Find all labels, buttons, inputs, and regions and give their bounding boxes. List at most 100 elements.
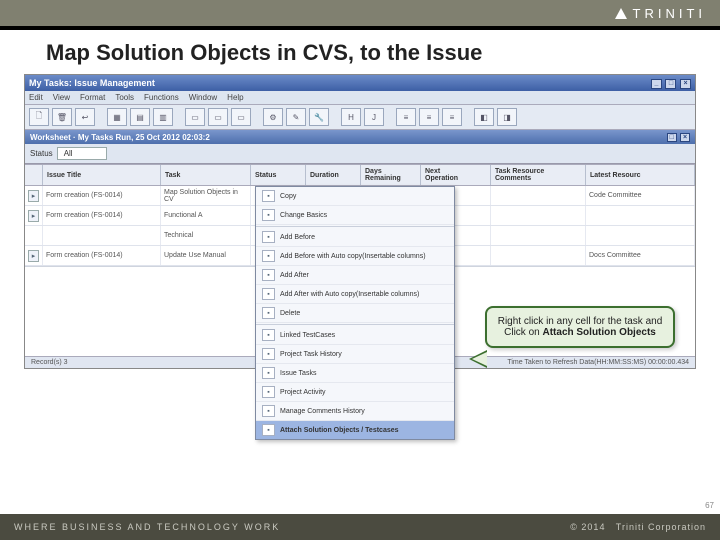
cell-issue[interactable]: Form creation (FS-0014) <box>43 186 161 205</box>
menubar: Edit View Format Tools Functions Window … <box>25 91 695 105</box>
context-menu-item[interactable]: ▪Project Task History <box>256 345 454 364</box>
context-menu: ▪Copy▪Change Basics ▪Add Before▪Add Befor… <box>255 186 455 440</box>
edit-icon: ▪ <box>262 209 275 221</box>
context-menu-item[interactable]: ▪ Project Activity <box>256 383 454 402</box>
delete-icon: ▪ <box>262 307 275 319</box>
menu-view[interactable]: View <box>53 93 70 102</box>
context-menu-label: Manage Comments History <box>280 408 365 415</box>
toolbar-button[interactable]: ▥ <box>153 108 173 126</box>
row-add-icon: ▪ <box>262 288 275 300</box>
toolbar-button[interactable]: ▤ <box>130 108 150 126</box>
col-days[interactable]: Days Remaining <box>361 165 421 185</box>
menu-edit[interactable]: Edit <box>29 93 43 102</box>
col-task[interactable]: Task <box>161 165 251 185</box>
row-icon: ▸ <box>28 250 39 262</box>
context-menu-label: Attach Solution Objects / Testcases <box>280 427 399 434</box>
link-icon: ▪ <box>262 329 275 341</box>
status-label: Status <box>30 149 53 158</box>
menu-window[interactable]: Window <box>189 93 217 102</box>
cell-latest[interactable] <box>586 206 695 225</box>
cell-task[interactable]: Map Solution Objects in CV <box>161 186 251 205</box>
cell-resource[interactable] <box>491 186 586 205</box>
worksheet-title: Worksheet · My Tasks Run, 25 Oct 2012 02… <box>30 133 210 142</box>
context-menu-item[interactable]: ▪Change Basics <box>256 206 454 225</box>
grid-header: Issue Title Task Status Duration Days Re… <box>25 164 695 186</box>
cell-task[interactable]: Functional A <box>161 206 251 225</box>
toolbar-button[interactable]: 🔧 <box>309 108 329 126</box>
col-duration[interactable]: Duration <box>306 165 361 185</box>
context-menu-item[interactable]: ▪Issue Tasks <box>256 364 454 383</box>
footer-right: © 2014 Triniti Corporation <box>570 522 706 532</box>
menu-tools[interactable]: Tools <box>115 93 134 102</box>
cell-issue[interactable] <box>43 226 161 245</box>
window-titlebar: My Tasks: Issue Management _ □ × <box>25 75 695 91</box>
triangle-logo-icon <box>615 8 627 19</box>
context-menu-item[interactable]: ▪Add Before with Auto copy(Insertable co… <box>256 247 454 266</box>
toolbar-button[interactable]: ↩ <box>75 108 95 126</box>
context-menu-item[interactable]: ▪ Delete <box>256 304 454 323</box>
toolbar-button[interactable]: 🗋 <box>29 108 49 126</box>
worksheet-titlebar: Worksheet · My Tasks Run, 25 Oct 2012 02… <box>25 130 695 144</box>
minimize-button[interactable]: _ <box>651 79 662 89</box>
row-add-icon: ▪ <box>262 231 275 243</box>
toolbar-button[interactable]: ≡ <box>442 108 462 126</box>
cell-resource[interactable] <box>491 246 586 265</box>
instruction-callout: Right click in any cell for the task and… <box>485 306 675 348</box>
toolbar-button[interactable]: ◨ <box>497 108 517 126</box>
footer-year: 2014 <box>581 522 605 532</box>
toolbar-button[interactable]: H <box>341 108 361 126</box>
cell-latest[interactable] <box>586 226 695 245</box>
toolbar-button[interactable]: ✎ <box>286 108 306 126</box>
callout-arrow-icon <box>469 350 487 368</box>
activity-icon: ▪ <box>262 386 275 398</box>
toolbar-button[interactable]: 🗑 <box>52 108 72 126</box>
maximize-button[interactable]: □ <box>665 79 676 89</box>
menu-help[interactable]: Help <box>227 93 243 102</box>
cell-task[interactable]: Update Use Manual <box>161 246 251 265</box>
statusbar-record-count: Record(s) 3 <box>31 359 68 366</box>
context-menu-label: Delete <box>280 310 300 317</box>
menu-functions[interactable]: Functions <box>144 93 179 102</box>
context-menu-item[interactable]: ▪Attach Solution Objects / Testcases <box>256 421 454 439</box>
col-issue[interactable]: Issue Title <box>43 165 161 185</box>
cell-resource[interactable] <box>491 226 586 245</box>
toolbar-button[interactable]: J <box>364 108 384 126</box>
toolbar-button[interactable]: ⚙ <box>263 108 283 126</box>
toolbar-button[interactable]: ▦ <box>107 108 127 126</box>
ws-maximize-button[interactable]: □ <box>667 133 677 142</box>
context-menu-item[interactable]: ▪ Linked TestCases <box>256 326 454 345</box>
toolbar-button[interactable]: ≡ <box>396 108 416 126</box>
toolbar-button[interactable]: ◧ <box>474 108 494 126</box>
cell-latest[interactable]: Docs Committee <box>586 246 695 265</box>
col-resource[interactable]: Task Resource Comments <box>491 165 586 185</box>
toolbar-button[interactable]: ▭ <box>208 108 228 126</box>
comment-icon: ▪ <box>262 405 275 417</box>
ws-close-button[interactable]: × <box>680 133 690 142</box>
menu-format[interactable]: Format <box>80 93 105 102</box>
context-menu-label: Project Activity <box>280 389 326 396</box>
col-status[interactable]: Status <box>251 165 306 185</box>
cell-resource[interactable] <box>491 206 586 225</box>
cell-issue[interactable]: Form creation (FS-0014) <box>43 206 161 225</box>
context-menu-item[interactable]: ▪Copy <box>256 187 454 206</box>
col-latest[interactable]: Latest Resourc <box>586 165 695 185</box>
context-menu-item[interactable]: ▪Add After with Auto copy(Insertable col… <box>256 285 454 304</box>
context-menu-item[interactable]: ▪Add After <box>256 266 454 285</box>
close-button[interactable]: × <box>680 79 691 89</box>
statusbar-refresh-time: Time Taken to Refresh Data(HH:MM:SS:MS) … <box>507 359 689 366</box>
cell-latest[interactable]: Code Committee <box>586 186 695 205</box>
callout-bold: Attach Solution Objects <box>543 327 656 338</box>
cell-task[interactable]: Technical <box>161 226 251 245</box>
toolbar-button[interactable]: ▭ <box>231 108 251 126</box>
status-filter-field[interactable]: All <box>57 147 107 160</box>
context-menu-item[interactable]: ▪Add Before <box>256 228 454 247</box>
toolbar-button[interactable]: ▭ <box>185 108 205 126</box>
col-next[interactable]: Next Operation <box>421 165 491 185</box>
context-menu-item[interactable]: ▪ Manage Comments History <box>256 402 454 421</box>
cell-issue[interactable]: Form creation (FS-0014) <box>43 246 161 265</box>
task-icon: ▪ <box>262 367 275 379</box>
brand-bottom-band: WHERE BUSINESS AND TECHNOLOGY WORK © 201… <box>0 514 720 540</box>
toolbar-button[interactable]: ≡ <box>419 108 439 126</box>
row-icon: ▸ <box>28 210 39 222</box>
context-menu-label: Linked TestCases <box>280 332 335 339</box>
